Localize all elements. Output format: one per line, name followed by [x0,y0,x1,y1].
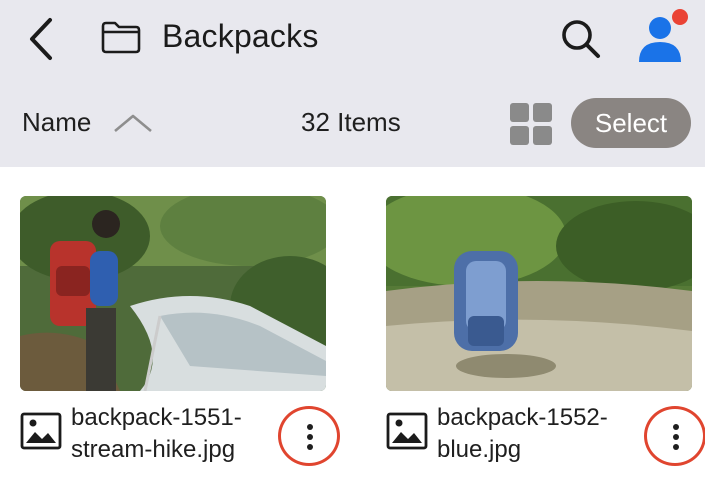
item-count: 32 Items [301,107,401,137]
image-thumbnail[interactable] [386,196,692,391]
file-name-line-2: stream-hike.jpg [71,436,236,463]
search-icon [562,20,600,58]
sort-by-label[interactable]: Name [22,107,91,138]
page-title: Backpacks [162,18,319,54]
image-file-icon [386,412,428,450]
select-button[interactable]: Select [571,98,691,148]
file-card[interactable]: backpack-1551- stream-hike.jpg [20,196,340,466]
file-name-line-1: backpack-1551- [71,404,242,431]
file-card[interactable]: backpack-1552- blue.jpg [386,196,705,466]
grid-view-icon [510,103,552,145]
more-options-button[interactable] [644,406,705,466]
chevron-up-icon[interactable] [112,110,154,136]
file-name: backpack-1551- stream-hike.jpg [71,402,281,466]
file-name: backpack-1552- blue.jpg [437,402,647,466]
grid-view-button[interactable] [510,103,552,145]
notification-dot [672,9,688,25]
search-button[interactable] [557,15,605,63]
account-avatar[interactable] [636,8,692,64]
folder-icon [101,21,141,54]
file-name-line-1: backpack-1552- [437,404,608,431]
image-thumbnail[interactable] [20,196,326,391]
chevron-left-icon [30,18,52,60]
more-options-button[interactable] [278,406,340,466]
back-button[interactable] [22,14,62,64]
image-file-icon [20,412,62,450]
file-name-line-2: blue.jpg [437,436,522,463]
account-icon [639,17,681,62]
